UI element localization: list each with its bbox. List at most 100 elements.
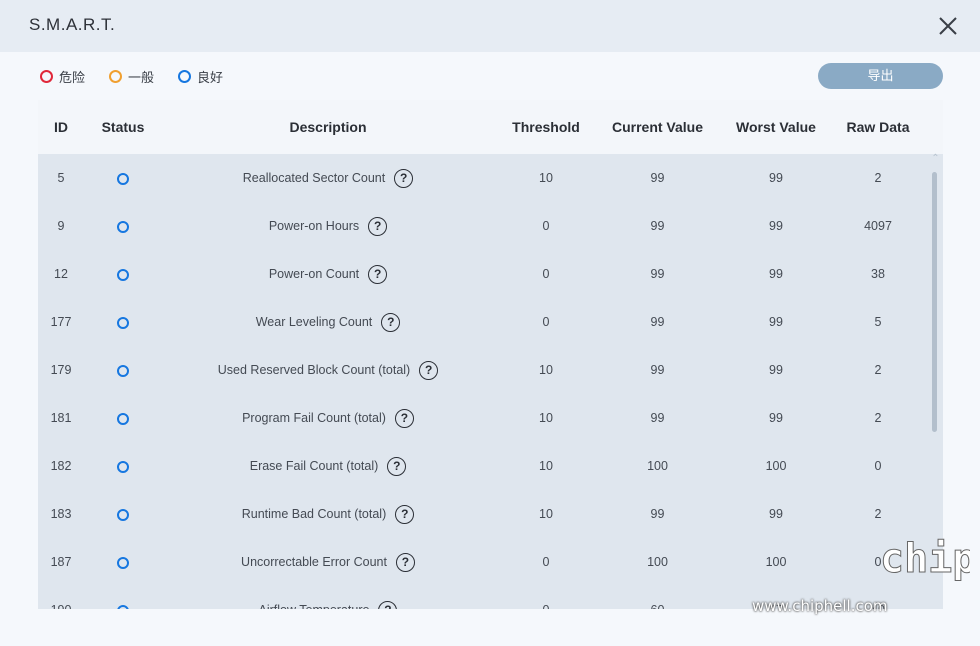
cell-threshold: 10 [539, 411, 553, 425]
cell-description: Erase Fail Count (total)? [158, 442, 498, 490]
column-header-raw-data: Raw Data [846, 119, 910, 135]
table-body: 5 Reallocated Sector Count? 10 99 99 2 9… [38, 154, 943, 609]
cell-worst-value: 99 [769, 411, 783, 425]
column-header-status: Status [101, 119, 145, 135]
help-icon[interactable]: ? [419, 360, 439, 380]
help-icon[interactable]: ? [378, 600, 398, 609]
help-icon[interactable]: ? [394, 168, 414, 188]
cell-worst-value: 99 [769, 363, 783, 377]
legend-good: 良好 [178, 67, 223, 86]
cell-description: Wear Leveling Count? [158, 298, 498, 346]
title-bar: S.M.A.R.T. [0, 0, 980, 52]
cell-id: 182 [50, 459, 72, 473]
cell-worst-value: 100 [765, 459, 787, 473]
cell-status [88, 586, 158, 609]
help-icon[interactable]: ? [395, 552, 415, 572]
scroll-up-arrow-icon[interactable]: ⌃ [930, 154, 941, 164]
status-good-icon [117, 268, 129, 281]
smart-dialog: S.M.A.R.T. 危险 一般 良好 导出 ID Status Descrip… [0, 0, 980, 646]
smart-table: ID Status Description Threshold Current … [38, 100, 943, 609]
status-good-icon [117, 316, 129, 329]
cell-worst-value: 99 [769, 171, 783, 185]
cell-current-value: 99 [650, 267, 665, 281]
description-text: Erase Fail Count (total) [249, 459, 379, 473]
legend-normal: 一般 [109, 67, 154, 86]
description-text: Wear Leveling Count [255, 315, 373, 329]
cell-raw-data: 5 [874, 315, 882, 329]
cell-description: Power-on Count? [158, 250, 498, 298]
table-header: ID Status Description Threshold Current … [38, 100, 943, 154]
cell-threshold: 0 [542, 315, 550, 329]
cell-threshold: 10 [539, 363, 553, 377]
cell-current-value: 100 [647, 459, 668, 473]
cell-status [88, 202, 158, 250]
cell-raw-data: 2 [874, 411, 882, 425]
status-good-icon [117, 172, 129, 185]
table-row: 183 Runtime Bad Count (total)? 10 99 99 … [38, 490, 928, 538]
cell-threshold: 10 [539, 171, 553, 185]
status-good-icon [117, 508, 129, 521]
status-good-icon [117, 220, 129, 233]
cell-raw-data: 0 [874, 459, 882, 473]
table-row: 9 Power-on Hours? 0 99 99 4097 [38, 202, 928, 250]
cell-description: Reallocated Sector Count? [158, 154, 498, 202]
description-text: Airflow Temperature [259, 586, 370, 609]
cell-description: Used Reserved Block Count (total)? [158, 346, 498, 394]
cell-description: Runtime Bad Count (total)? [158, 490, 498, 538]
cell-current-value: 99 [650, 507, 665, 521]
cell-status [88, 250, 158, 298]
cell-status [88, 154, 158, 202]
help-icon[interactable]: ? [368, 264, 388, 284]
watermark-logo-text: chip hell [880, 536, 970, 582]
help-icon[interactable]: ? [381, 312, 401, 332]
help-icon[interactable]: ? [368, 216, 388, 236]
legend-normal-label: 一般 [128, 69, 155, 85]
cell-current-value: 60 [600, 586, 715, 609]
help-icon[interactable]: ? [395, 504, 415, 524]
description-text: Power-on Hours [268, 219, 360, 233]
status-legend: 危险 一般 良好 [40, 66, 247, 86]
help-icon[interactable]: ? [394, 408, 414, 428]
cell-current-value: 99 [650, 171, 665, 185]
cell-current-value: 99 [650, 219, 665, 233]
cell-threshold: 10 [539, 507, 553, 521]
cell-current-value: 99 [650, 411, 665, 425]
export-button[interactable]: 导出 [818, 63, 943, 89]
cell-raw-data: 2 [874, 171, 882, 185]
dialog-title: S.M.A.R.T. [29, 15, 116, 34]
table-row: 12 Power-on Count? 0 99 99 38 [38, 250, 928, 298]
description-text: Used Reserved Block Count (total) [217, 363, 411, 377]
description-text: Power-on Count [268, 267, 360, 281]
cell-id: 177 [50, 315, 72, 329]
status-good-icon [117, 604, 129, 609]
danger-ring-icon [40, 69, 53, 83]
cell-id: 190 [38, 586, 84, 609]
cell-raw-data: 2 [874, 363, 882, 377]
table-row: 179 Used Reserved Block Count (total)? 1… [38, 346, 928, 394]
cell-worst-value: 99 [769, 267, 783, 281]
cell-id: 179 [50, 363, 72, 377]
close-icon [939, 17, 957, 35]
cell-worst-value: 99 [769, 507, 783, 521]
table-row: 177 Wear Leveling Count? 0 99 99 5 [38, 298, 928, 346]
help-icon[interactable]: ? [387, 456, 407, 476]
cell-threshold: 10 [539, 459, 553, 473]
cell-description: Program Fail Count (total)? [158, 394, 498, 442]
chiphell-watermark-logo: chip hell [880, 536, 971, 583]
cell-id: 12 [54, 267, 68, 281]
cell-current-value: 99 [650, 315, 665, 329]
status-good-icon [117, 460, 129, 473]
watermark-text: www.chiphell.com [752, 597, 888, 615]
status-good-icon [117, 556, 129, 569]
cell-status [88, 490, 158, 538]
close-button[interactable] [936, 14, 960, 38]
cell-raw-data: 38 [871, 267, 885, 281]
normal-ring-icon [109, 69, 123, 83]
cell-status [88, 346, 158, 394]
scrollbar-thumb[interactable] [932, 172, 937, 432]
cell-id: 5 [57, 171, 65, 185]
cell-current-value: 100 [647, 555, 668, 569]
cell-status [88, 442, 158, 490]
column-header-worst-value: Worst Value [736, 119, 816, 135]
cell-current-value: 99 [650, 363, 665, 377]
